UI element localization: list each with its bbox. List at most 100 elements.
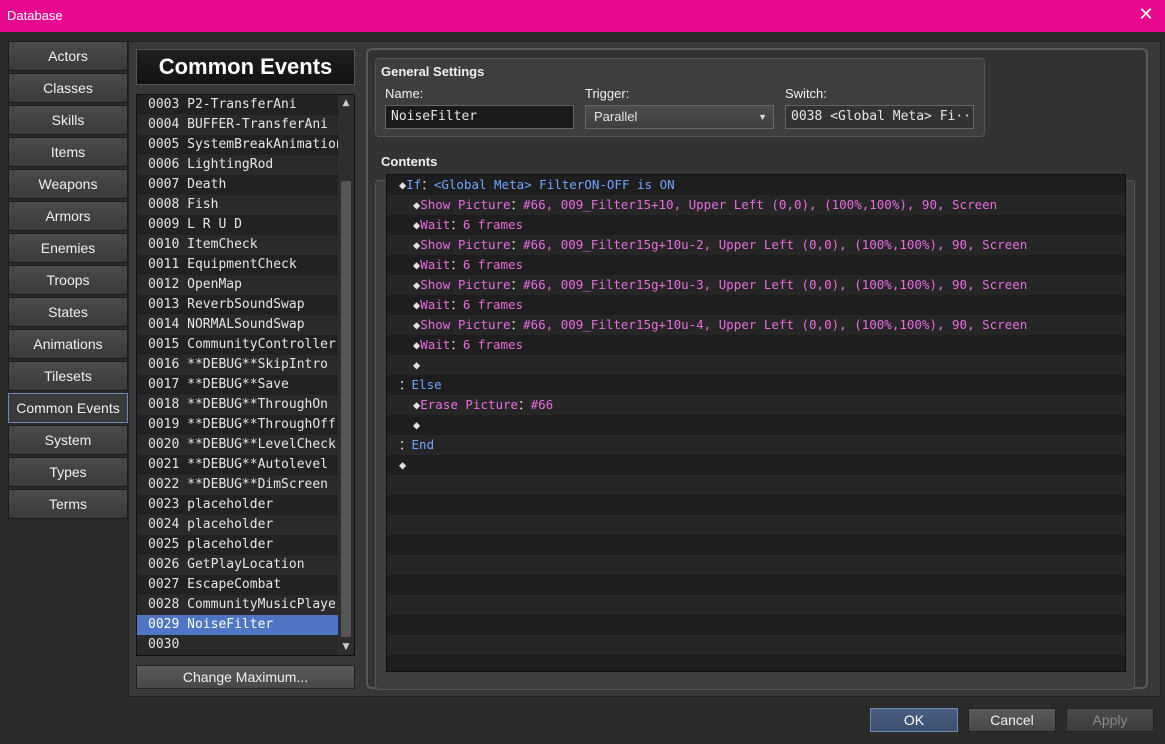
command-line[interactable]: ◆Wait：6 frames — [387, 215, 1125, 235]
tab-tilesets[interactable]: Tilesets — [8, 361, 128, 391]
list-item[interactable]: 0019 **DEBUG**ThroughOff — [137, 415, 340, 435]
apply-button[interactable]: Apply — [1066, 708, 1154, 732]
command-line[interactable]: ◆Show Picture：#66, 009_Filter15g+10u-4, … — [387, 315, 1125, 335]
command-line[interactable]: ◆ — [387, 355, 1125, 375]
command-line[interactable]: ：End — [387, 435, 1125, 455]
list-scrollbar[interactable]: ▲ ▼ — [338, 95, 354, 655]
command-text: 6 frames — [462, 337, 524, 352]
list-item[interactable]: 0005 SystemBreakAnimation — [137, 135, 344, 155]
list-item[interactable]: 0014 NORMALSoundSwap — [137, 315, 340, 335]
trigger-select[interactable]: Parallel ▼ — [585, 105, 774, 129]
tab-types[interactable]: Types — [8, 457, 128, 487]
scroll-thumb[interactable] — [341, 181, 351, 637]
command-line[interactable]: ：Else — [387, 375, 1125, 395]
change-maximum-button[interactable]: Change Maximum... — [136, 665, 355, 689]
list-item[interactable]: 0027 EscapeCombat — [137, 575, 340, 595]
chevron-down-icon: ▼ — [758, 112, 767, 122]
command-line[interactable]: ◆ — [387, 415, 1125, 435]
command-line[interactable] — [387, 655, 1125, 671]
tab-skills[interactable]: Skills — [8, 105, 128, 135]
tab-common-events[interactable]: Common Events — [8, 393, 128, 423]
tab-troops[interactable]: Troops — [8, 265, 128, 295]
tab-enemies[interactable]: Enemies — [8, 233, 128, 263]
tab-states[interactable]: States — [8, 297, 128, 327]
command-line[interactable] — [387, 615, 1125, 635]
list-item[interactable]: 0030 — [137, 635, 340, 655]
list-item[interactable]: 0009 L R U D — [137, 215, 340, 235]
command-text: Wait — [420, 337, 451, 352]
command-text: Show Picture — [420, 277, 511, 292]
tab-weapons[interactable]: Weapons — [8, 169, 128, 199]
switch-field[interactable]: 0038 <Global Meta> Fi··· — [785, 105, 974, 129]
event-command-list[interactable]: ◆If：<Global Meta> FilterON-OFF is ON ◆Sho… — [386, 174, 1126, 672]
list-item[interactable]: 0016 **DEBUG**SkipIntro — [137, 355, 340, 375]
command-text: Show Picture — [420, 197, 511, 212]
command-line[interactable]: ◆Wait：6 frames — [387, 295, 1125, 315]
list-item[interactable]: 0010 ItemCheck — [137, 235, 340, 255]
scroll-up-icon[interactable]: ▲ — [338, 95, 354, 111]
command-line[interactable] — [387, 575, 1125, 595]
cancel-button[interactable]: Cancel — [968, 708, 1056, 732]
command-line[interactable]: ◆Show Picture：#66, 009_Filter15+10, Uppe… — [387, 195, 1125, 215]
command-text: Erase Picture — [420, 397, 519, 412]
command-line[interactable] — [387, 515, 1125, 535]
command-line[interactable]: ◆If：<Global Meta> FilterON-OFF is ON — [387, 175, 1125, 195]
list-item[interactable]: 0020 **DEBUG**LevelCheck — [137, 435, 340, 455]
list-item[interactable]: 0023 placeholder — [137, 495, 340, 515]
command-text: #66, 009_Filter15g+10u-3, Upper Left (0,… — [523, 277, 1028, 292]
command-line[interactable]: ◆Show Picture：#66, 009_Filter15g+10u-2, … — [387, 235, 1125, 255]
list-item[interactable]: 0021 **DEBUG**Autolevel — [137, 455, 340, 475]
list-item[interactable]: 0004 BUFFER-TransferAni — [137, 115, 340, 135]
command-text: Show Picture — [420, 317, 511, 332]
command-line[interactable]: ◆ — [387, 455, 1125, 475]
tab-classes[interactable]: Classes — [8, 73, 128, 103]
list-item[interactable]: 0029 NoiseFilter — [137, 615, 340, 635]
common-events-list[interactable]: 0003 P2-TransferAni 0004 BUFFER-TransferA… — [136, 94, 355, 656]
command-line[interactable]: ◆Erase Picture：#66 — [387, 395, 1125, 415]
separator: ： — [510, 317, 524, 332]
command-line[interactable] — [387, 535, 1125, 555]
command-line[interactable] — [387, 555, 1125, 575]
tab-terms[interactable]: Terms — [8, 489, 128, 519]
contents-title: Contents — [381, 154, 438, 169]
separator: ： — [450, 297, 463, 312]
list-item[interactable]: 0006 LightingRod — [137, 155, 340, 175]
list-item[interactable]: 0018 **DEBUG**ThroughOn — [137, 395, 340, 415]
command-line[interactable] — [387, 475, 1125, 495]
command-text: #66, 009_Filter15g+10u-2, Upper Left (0,… — [523, 237, 1028, 252]
command-line[interactable]: ◆Wait：6 frames — [387, 255, 1125, 275]
list-item[interactable]: 0003 P2-TransferAni — [137, 95, 340, 115]
list-item[interactable]: 0022 **DEBUG**DimScreen — [137, 475, 340, 495]
diamond-icon: ◆ — [413, 418, 421, 432]
name-label: Name: — [385, 86, 424, 101]
tab-animations[interactable]: Animations — [8, 329, 128, 359]
list-item[interactable]: 0017 **DEBUG**Save — [137, 375, 340, 395]
command-text: 6 frames — [462, 217, 524, 232]
command-line[interactable] — [387, 635, 1125, 655]
list-item[interactable]: 0026 GetPlayLocation — [137, 555, 340, 575]
tab-items[interactable]: Items — [8, 137, 128, 167]
list-item[interactable]: 0028 CommunityMusicPlayer — [137, 595, 344, 615]
list-item[interactable]: 0012 OpenMap — [137, 275, 340, 295]
list-item[interactable]: 0024 placeholder — [137, 515, 340, 535]
command-text: End — [411, 437, 435, 452]
command-line[interactable]: ◆Show Picture：#66, 009_Filter15g+10u-3, … — [387, 275, 1125, 295]
list-item[interactable]: 0011 EquipmentCheck — [137, 255, 340, 275]
tab-actors[interactable]: Actors — [8, 41, 128, 71]
command-line[interactable] — [387, 595, 1125, 615]
close-icon[interactable]: ✕ — [1135, 4, 1157, 26]
ok-button[interactable]: OK — [870, 708, 958, 732]
command-line[interactable] — [387, 495, 1125, 515]
name-input[interactable]: NoiseFilter — [385, 105, 574, 129]
list-item[interactable]: 0025 placeholder — [137, 535, 340, 555]
list-item[interactable]: 0007 Death — [137, 175, 340, 195]
tab-system[interactable]: System — [8, 425, 128, 455]
command-text: #66, 009_Filter15g+10u-4, Upper Left (0,… — [523, 317, 1028, 332]
command-line[interactable]: ◆Wait：6 frames — [387, 335, 1125, 355]
list-item[interactable]: 0013 ReverbSoundSwap — [137, 295, 340, 315]
separator: ： — [518, 397, 531, 412]
scroll-down-icon[interactable]: ▼ — [338, 639, 354, 655]
tab-armors[interactable]: Armors — [8, 201, 128, 231]
list-item[interactable]: 0008 Fish — [137, 195, 340, 215]
list-item[interactable]: 0015 CommunityController — [137, 335, 340, 355]
